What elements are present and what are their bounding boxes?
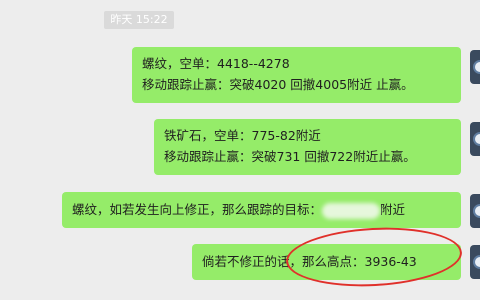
highlight-circle — [284, 223, 464, 291]
chat-timestamp: 昨天 15:22 — [104, 11, 174, 29]
message-bubble[interactable]: 铁矿石，空单：775-82附近 移动跟踪止赢：突破731 回撤722附近止赢。 — [154, 119, 461, 175]
avatar[interactable] — [470, 122, 480, 156]
message-line: 铁矿石，空单：775-82附近 — [164, 128, 321, 143]
message-text: 螺纹，如若发生向上修正，那么跟踪的目标： — [72, 202, 323, 217]
avatar-icon — [473, 60, 480, 74]
avatar-icon — [473, 255, 480, 269]
message-bubble[interactable]: 螺纹，如若发生向上修正，那么跟踪的目标： 附近 — [62, 192, 461, 228]
avatar[interactable] — [470, 245, 480, 279]
avatar[interactable] — [470, 50, 480, 84]
avatar-icon — [473, 204, 480, 218]
avatar-icon — [473, 132, 480, 146]
message-line: 螺纹，空单：4418--4278 — [142, 56, 290, 71]
redacted-value — [322, 202, 381, 219]
message-line: 移动跟踪止赢：突破4020 回撤4005附近 止赢。 — [142, 77, 414, 92]
message-text: 附近 — [380, 202, 406, 217]
message-bubble[interactable]: 螺纹，空单：4418--4278 移动跟踪止赢：突破4020 回撤4005附近 … — [132, 47, 461, 103]
avatar[interactable] — [470, 194, 480, 228]
message-line: 移动跟踪止赢：突破731 回撤722附近止赢。 — [164, 149, 416, 164]
